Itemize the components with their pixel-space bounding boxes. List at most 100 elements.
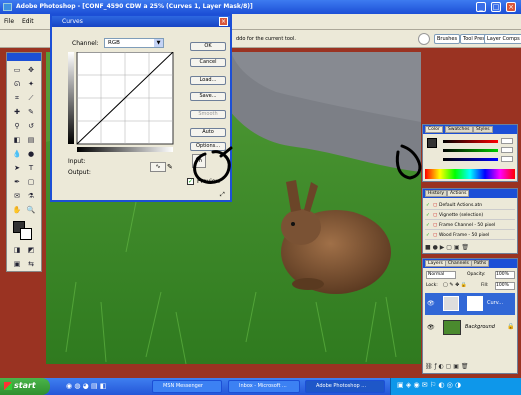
styles-tab[interactable]: Styles	[473, 126, 493, 133]
slice-tool-icon[interactable]: ⟋	[25, 93, 37, 103]
color-tab[interactable]: Color	[425, 126, 443, 133]
eraser-tool-icon[interactable]: ◧	[11, 135, 23, 145]
palette-well-icon[interactable]	[418, 33, 430, 45]
green-value-field[interactable]	[501, 147, 513, 153]
crop-tool-icon[interactable]: ⌗	[11, 93, 23, 103]
auto-button[interactable]: Auto	[190, 128, 226, 137]
type-tool-icon[interactable]: T	[25, 163, 37, 173]
eye-icon[interactable]: 👁	[427, 300, 435, 307]
fill-field[interactable]: 100%	[495, 282, 515, 290]
checkmark-icon[interactable]: ✓	[426, 221, 430, 230]
taskbar: start ◉ ◍ ◕ ▤ ◧ MSN Messenger Inbox - Mi…	[0, 378, 521, 395]
dodge-tool-icon[interactable]: ●	[25, 149, 37, 159]
healing-brush-tool-icon[interactable]: ✚	[11, 107, 23, 117]
maximize-button[interactable]: □	[491, 2, 501, 12]
red-slider[interactable]	[443, 140, 498, 143]
task-label: Adobe Photoshop ...	[316, 383, 367, 389]
task-inbox-outlook[interactable]: Inbox - Microsoft ...	[228, 380, 300, 393]
curves-graph[interactable]	[68, 52, 184, 152]
brush-tool-icon[interactable]: ✎	[25, 107, 37, 117]
load-button[interactable]: Load...	[190, 76, 226, 85]
checkmark-icon[interactable]: ✓	[426, 231, 430, 240]
paths-tab[interactable]: Paths	[471, 260, 490, 267]
jump-to-imageready-icon[interactable]: ⇆	[25, 259, 37, 269]
blur-tool-icon[interactable]: 💧	[11, 149, 23, 159]
actions-panel-controls[interactable]: ■ ● ▶ ▢ ▣ 🗑	[425, 244, 515, 252]
blend-mode-select[interactable]: Normal	[426, 271, 456, 279]
gradient-tool-icon[interactable]: ▤	[25, 135, 37, 145]
zoom-tool-icon[interactable]: 🔍	[25, 205, 37, 215]
lasso-tool-icon[interactable]: ᘏ	[11, 79, 23, 89]
color-panel-foreground-swatch[interactable]	[427, 138, 437, 148]
opacity-field[interactable]: 100%	[495, 271, 515, 279]
magic-wand-tool-icon[interactable]: ✦	[25, 79, 37, 89]
pencil-tool-icon[interactable]: ✎	[167, 162, 177, 172]
layers-panel-controls[interactable]: ⛓ ƒ ◐ ▢ ▣ 🗑	[425, 363, 515, 373]
expand-graph-icon[interactable]: ⤢	[220, 192, 228, 198]
background-color-swatch[interactable]	[20, 228, 32, 240]
brushes-tab[interactable]: Brushes	[434, 34, 461, 44]
save-button[interactable]: Save...	[190, 92, 226, 101]
checkmark-icon[interactable]: ✓	[426, 211, 430, 220]
toggle-dialog-icon[interactable]: ▢	[433, 231, 437, 240]
task-adobe-photoshop[interactable]: Adobe Photoshop ...	[305, 380, 385, 393]
blue-slider[interactable]	[443, 158, 498, 161]
tray-icons[interactable]: ▣ ◈ ◉ ✉ ⚐ ◐ ◎ ◑	[397, 381, 461, 389]
close-button[interactable]: ×	[506, 2, 516, 12]
eyedropper-tool-icon[interactable]: ⚗	[25, 191, 37, 201]
red-value-field[interactable]	[501, 138, 513, 144]
options-hint: ddo for the current tool.	[236, 36, 296, 42]
blue-value-field[interactable]	[501, 156, 513, 162]
channels-tab[interactable]: Channels	[445, 260, 472, 267]
color-spectrum-bar[interactable]	[425, 169, 515, 179]
clone-stamp-tool-icon[interactable]: ⚲	[11, 121, 23, 131]
ok-button[interactable]: OK	[190, 42, 226, 51]
hand-tool-icon[interactable]: ✋	[11, 205, 23, 215]
layer-row[interactable]: 👁 Background 🔒	[425, 317, 515, 339]
swatches-tab[interactable]: Swatches	[445, 126, 473, 133]
notes-tool-icon[interactable]: ✉	[11, 191, 23, 201]
shape-tool-icon[interactable]: ▢	[25, 177, 37, 187]
channel-select[interactable]: RGB ▼	[104, 38, 164, 48]
screen-mode-icon[interactable]: ▣	[11, 259, 23, 269]
action-row[interactable]: ✓ ▢ Default Actions.atn	[425, 201, 515, 210]
checkmark-icon[interactable]: ✓	[426, 201, 430, 210]
smooth-button[interactable]: Smooth	[190, 110, 226, 119]
actions-tab[interactable]: Actions	[447, 190, 470, 197]
marquee-tool-icon[interactable]: ▭	[11, 65, 23, 75]
action-row[interactable]: ✓ ▢ Wood Frame - 50 pixel	[425, 231, 515, 240]
toggle-dialog-icon[interactable]: ▢	[433, 201, 437, 210]
layers-tab[interactable]: Layers	[425, 260, 446, 267]
menu-edit[interactable]: Edit	[22, 18, 34, 25]
move-tool-icon[interactable]: ✥	[25, 65, 37, 75]
layer-comps-tab[interactable]: Layer Comps	[484, 34, 521, 44]
quick-mask-mode-icon[interactable]: ◨	[11, 245, 23, 255]
quick-launch-icons[interactable]: ◉ ◍ ◕ ▤ ◧	[66, 381, 146, 392]
opacity-label: Opacity:	[467, 272, 486, 277]
start-button[interactable]: start	[0, 378, 50, 395]
curves-close-button[interactable]: ×	[219, 17, 228, 26]
lock-icon: 🔒	[507, 323, 515, 330]
pen-tool-icon[interactable]: ✒	[11, 177, 23, 187]
toggle-dialog-icon[interactable]: ▢	[433, 211, 437, 220]
history-brush-tool-icon[interactable]: ↺	[25, 121, 37, 131]
path-selection-tool-icon[interactable]: ➤	[11, 163, 23, 173]
toggle-dialog-icon[interactable]: ▢	[433, 221, 437, 230]
adjustment-layer-thumbnail	[443, 296, 459, 311]
green-slider[interactable]	[443, 149, 498, 152]
menu-file[interactable]: File	[4, 18, 14, 25]
history-tab[interactable]: History	[425, 190, 448, 197]
minimize-button[interactable]: _	[476, 2, 486, 12]
layer-row-selected[interactable]: 👁 Curv...	[425, 293, 515, 315]
lock-icons[interactable]: ▢ ✎ ✥ 🔒	[443, 282, 467, 288]
action-row[interactable]: ✓ ▢ Frame Channel - 50 pixel	[425, 221, 515, 230]
actions-panel: History Actions ✓ ▢ Default Actions.atn ✓ ▢…	[422, 188, 518, 254]
task-msn-messenger[interactable]: MSN Messenger	[152, 380, 222, 393]
action-row[interactable]: ✓ ▢ Vignette (selection)	[425, 211, 515, 220]
standard-mode-icon[interactable]: ◩	[25, 245, 37, 255]
curve-point-tool-icon[interactable]: ∿	[150, 162, 166, 172]
chevron-down-icon[interactable]: ▼	[154, 39, 163, 47]
cancel-button[interactable]: Cancel	[190, 58, 226, 67]
toolbox: ▭ ✥ ᘏ ✦ ⌗ ⟋ ✚ ✎ ⚲ ↺ ◧ ▤ 💧 ● ➤ T ✒ ▢ ✉ ⚗ …	[6, 52, 42, 272]
eye-icon[interactable]: 👁	[427, 324, 435, 331]
